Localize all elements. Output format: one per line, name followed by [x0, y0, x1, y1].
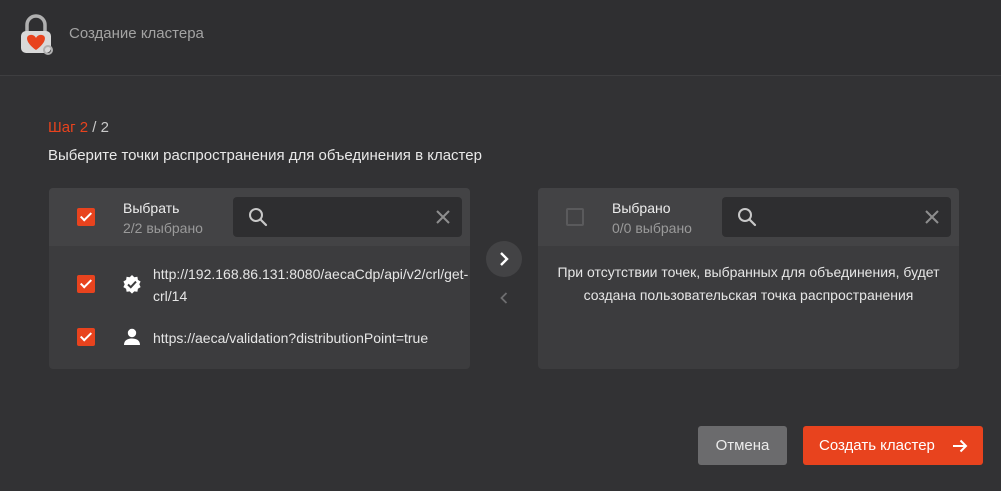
- select-all-selected-checkbox[interactable]: [566, 208, 584, 226]
- arrow-right-icon: [953, 439, 968, 453]
- app-header: Создание кластера: [0, 0, 1001, 76]
- lock-logo-icon: [21, 14, 53, 55]
- list-item[interactable]: https://aeca/validation?distributionPoin…: [49, 324, 470, 354]
- source-panel-count: 2/2 выбрано: [123, 220, 203, 236]
- target-panel-header: Выбрано 0/0 выбрано: [538, 188, 959, 246]
- cancel-button-label: Отмена: [715, 437, 770, 454]
- step-total: / 2: [92, 119, 109, 136]
- step-indicator: Шаг 2 / 2: [48, 119, 109, 136]
- source-search-input[interactable]: [277, 205, 431, 231]
- search-icon: [738, 208, 757, 227]
- search-icon: [249, 208, 268, 227]
- item-checkbox[interactable]: [77, 328, 95, 346]
- empty-state-message: При отсутствии точек, выбранных для объе…: [557, 264, 940, 303]
- target-panel-title: Выбрано: [612, 200, 671, 216]
- step-label: Шаг: [48, 119, 76, 136]
- select-all-checkbox[interactable]: [77, 208, 95, 226]
- step-current: 2: [79, 119, 89, 136]
- clear-search-icon[interactable]: [923, 208, 941, 226]
- cancel-button[interactable]: Отмена: [698, 426, 787, 465]
- source-panel-header: Выбрать 2/2 выбрано: [49, 188, 470, 246]
- source-search: [233, 197, 462, 237]
- page-subtitle: Выберите точки распространения для объед…: [48, 147, 482, 164]
- create-cluster-label: Создать кластер: [819, 437, 935, 454]
- clear-search-icon[interactable]: [434, 208, 452, 226]
- target-panel-count: 0/0 выбрано: [612, 220, 692, 236]
- source-panel-title: Выбрать: [123, 200, 180, 216]
- chevron-right-icon: [500, 252, 509, 266]
- user-icon: [124, 328, 140, 345]
- target-search: [722, 197, 951, 237]
- item-url: https://aeca/validation?distributionPoin…: [153, 330, 429, 346]
- target-search-input[interactable]: [766, 205, 920, 231]
- chevron-left-icon[interactable]: [496, 290, 512, 306]
- item-checkbox[interactable]: [77, 275, 95, 293]
- target-panel: Выбрано 0/0 выбрано При отсутствии точек…: [538, 188, 959, 369]
- verified-badge-icon: [123, 275, 141, 294]
- move-right-button[interactable]: [486, 241, 522, 277]
- list-item[interactable]: http://192.168.86.131:8080/aecaCdp/api/v…: [49, 258, 470, 308]
- create-cluster-button[interactable]: Создать кластер: [803, 426, 983, 465]
- source-panel: Выбрать 2/2 выбрано http://192.168.86.13…: [49, 188, 470, 369]
- window-title: Создание кластера: [69, 25, 204, 42]
- item-url: http://192.168.86.131:8080/aecaCdp/api/v…: [153, 266, 469, 304]
